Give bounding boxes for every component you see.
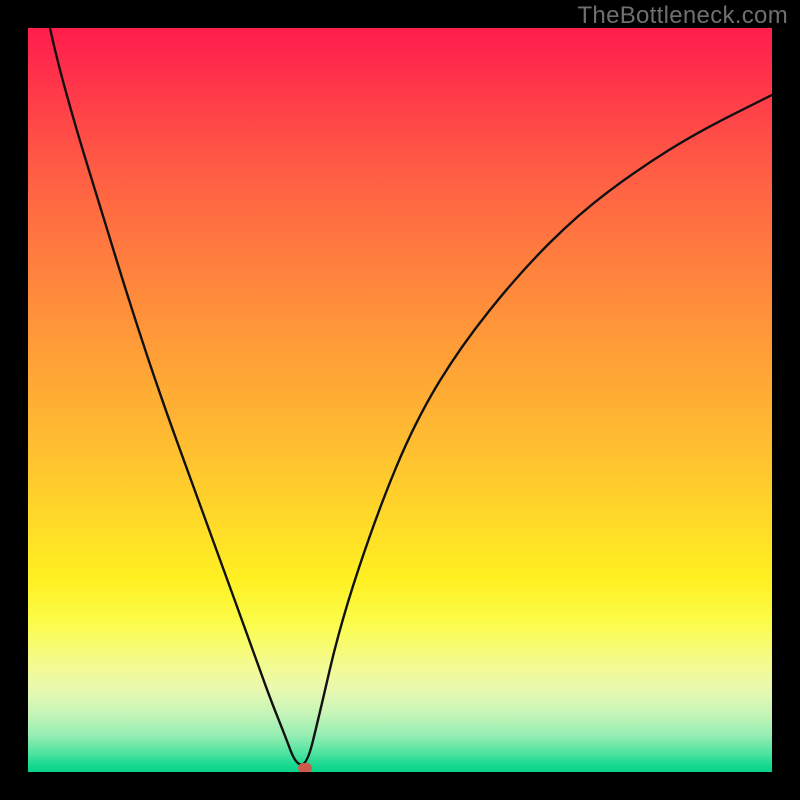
chart-frame: TheBottleneck.com bbox=[0, 0, 800, 800]
bottleneck-curve-svg bbox=[28, 28, 772, 772]
bottleneck-curve-path bbox=[28, 28, 772, 765]
plot-area bbox=[28, 28, 772, 772]
watermark-text: TheBottleneck.com bbox=[577, 2, 788, 30]
minimum-marker bbox=[298, 763, 312, 772]
